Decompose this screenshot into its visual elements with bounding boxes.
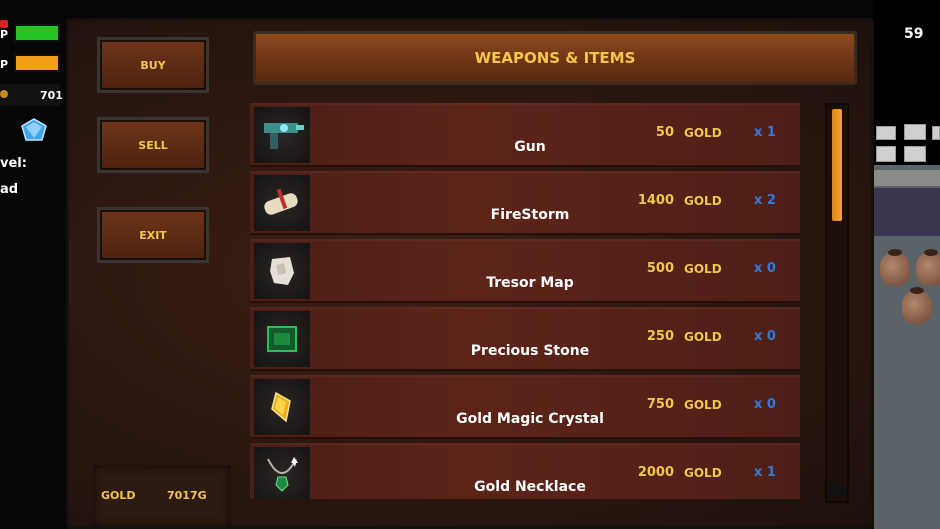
item-price-unit: GOLD	[684, 330, 722, 344]
item-price: 50	[655, 125, 674, 140]
dungeon-ledge	[874, 170, 940, 186]
item-list-scrollbar[interactable]	[825, 103, 849, 503]
item-quantity: x 1	[754, 465, 776, 480]
item-row-gold-magic-crystal[interactable]: Gold Magic Crystal 750 GOLD x 0	[250, 375, 800, 439]
item-row-tresor-map[interactable]: Tresor Map 500 GOLD x 0	[250, 239, 800, 303]
scrollbar-thumb[interactable]	[832, 109, 842, 221]
crystal-gem-icon[interactable]	[20, 118, 48, 142]
fps-counter: 59	[904, 26, 924, 42]
map-icon	[254, 243, 310, 299]
level-value: ad	[0, 182, 19, 197]
item-name: Tresor Map	[486, 275, 574, 291]
exit-button[interactable]: EXIT	[97, 207, 209, 263]
item-quantity: x 1	[754, 125, 776, 140]
stone-block	[904, 124, 926, 140]
item-row-gold-necklace[interactable]: Gold Necklace 2000 GOLD x 1	[250, 443, 800, 499]
stone-block	[876, 126, 896, 140]
item-quantity: x 0	[754, 329, 776, 344]
sell-button[interactable]: SELL	[97, 117, 209, 173]
item-name: Gold Necklace	[474, 479, 586, 495]
shop-panel: BUY SELL EXIT GOLD 7017G WEAPONS & ITEMS…	[66, 18, 874, 529]
item-price: 2000	[637, 465, 674, 480]
item-row-precious-stone[interactable]: Precious Stone 250 GOLD x 0	[250, 307, 800, 371]
scrollbar-end	[829, 483, 845, 497]
item-price-unit: GOLD	[684, 262, 722, 276]
item-name: Precious Stone	[470, 343, 590, 359]
clay-pot[interactable]	[880, 249, 910, 286]
gold-balance-value: 7017G	[167, 489, 207, 502]
gold-balance-label: GOLD	[101, 489, 136, 502]
item-name: Gold Magic Crystal	[456, 411, 604, 427]
mp-label: P	[0, 58, 9, 71]
item-price-unit: GOLD	[684, 466, 722, 480]
crystal-icon	[254, 379, 310, 435]
item-price: 1400	[637, 193, 674, 208]
shop-title: WEAPONS & ITEMS	[253, 31, 857, 85]
buy-button[interactable]: BUY	[97, 37, 209, 93]
item-list[interactable]: Gun 50 GOLD x 1 FireStorm 1400 GOLD x 2 …	[250, 103, 800, 499]
item-price: 750	[646, 397, 674, 412]
necklace-icon	[254, 447, 310, 499]
item-price: 500	[646, 261, 674, 276]
scroll-icon	[254, 175, 310, 231]
exit-button-label: EXIT	[139, 229, 167, 242]
game-screen: P P 701 vel: ad 59 BUY SELL EXIT GOLD 70…	[0, 0, 940, 529]
gold-balance: GOLD 7017G	[93, 465, 231, 527]
health-bar	[14, 24, 60, 42]
hud-gold-value: 701	[40, 89, 63, 102]
dungeon-wall	[874, 188, 940, 236]
gun-icon	[254, 107, 310, 163]
clay-pot[interactable]	[916, 249, 940, 286]
item-row-gun[interactable]: Gun 50 GOLD x 1	[250, 103, 800, 167]
mana-bar	[14, 54, 60, 72]
item-quantity: x 0	[754, 261, 776, 276]
mana-bar-fill	[16, 56, 58, 70]
item-price-unit: GOLD	[684, 126, 722, 140]
buy-button-label: BUY	[140, 59, 166, 72]
heart-icon	[0, 20, 8, 28]
item-row-firestorm[interactable]: FireStorm 1400 GOLD x 2	[250, 171, 800, 235]
sell-button-label: SELL	[138, 139, 168, 152]
item-price-unit: GOLD	[684, 194, 722, 208]
level-label: vel:	[0, 156, 27, 171]
stone-block	[876, 146, 896, 162]
item-name: FireStorm	[490, 207, 570, 223]
coin-icon	[0, 90, 8, 98]
item-quantity: x 2	[754, 193, 776, 208]
item-price: 250	[646, 329, 674, 344]
clay-pot[interactable]	[902, 287, 932, 324]
stone-block	[932, 126, 940, 140]
item-price-unit: GOLD	[684, 398, 722, 412]
stone-block	[904, 146, 926, 162]
item-quantity: x 0	[754, 397, 776, 412]
emerald-icon	[254, 311, 310, 367]
health-bar-fill	[16, 26, 58, 40]
item-name: Gun	[514, 139, 546, 155]
hp-label: P	[0, 28, 9, 41]
